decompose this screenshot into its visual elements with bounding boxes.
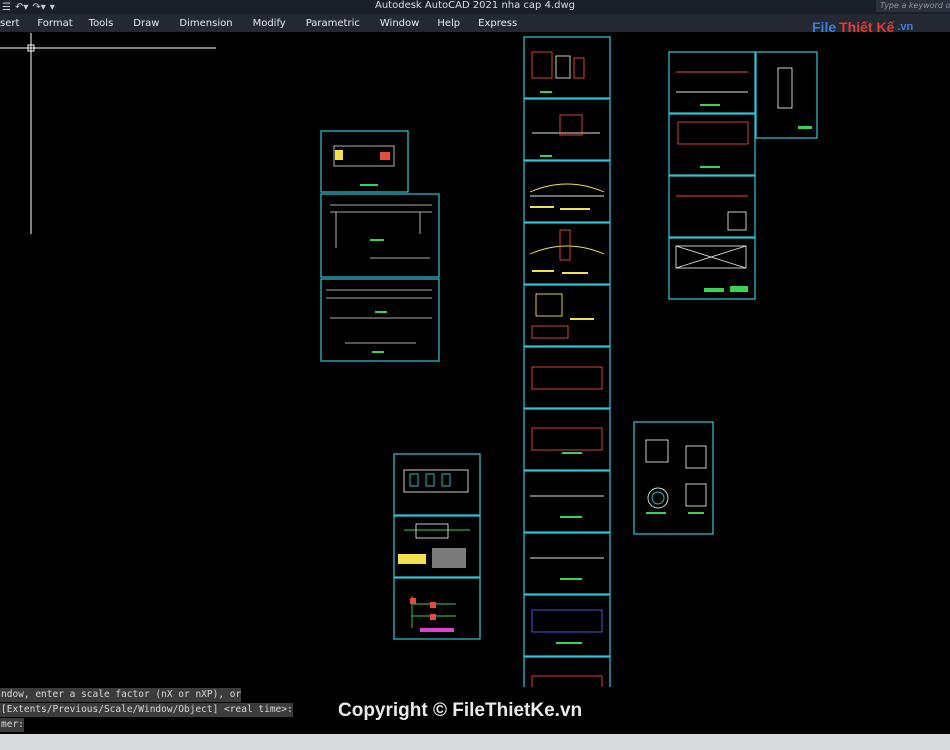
- sheet-group-d: [393, 453, 481, 640]
- menu-tools[interactable]: Tools: [81, 18, 122, 29]
- sheet-b-labels: [530, 91, 594, 644]
- command-history-line: ndow, enter a scale factor (nX or nXP), …: [0, 688, 242, 702]
- sheet-a-details: [326, 145, 432, 344]
- drawing-sheets: [0, 33, 818, 687]
- command-prompt[interactable]: mer:: [0, 718, 24, 732]
- menu-bar: sert Format Tools Draw Dimension Modify …: [0, 14, 950, 32]
- sheet-group-b: [523, 36, 611, 687]
- crosshair-cursor: [0, 33, 216, 234]
- menu-dimension[interactable]: Dimension: [167, 18, 240, 29]
- sheet-b-details: [529, 51, 605, 687]
- sheet-a-annotations: [335, 150, 390, 353]
- drawing-canvas[interactable]: [0, 32, 950, 687]
- sheet-group-c: [668, 51, 818, 300]
- sheet-e-labels: [646, 512, 704, 514]
- menu-express[interactable]: Express: [468, 18, 525, 29]
- menu-draw[interactable]: Draw: [121, 18, 167, 29]
- command-history-line: [Extents/Previous/Scale/Window/Object] <…: [0, 703, 293, 717]
- menu-help[interactable]: Help: [427, 18, 468, 29]
- menu-window[interactable]: Window: [368, 18, 427, 29]
- window-title: Autodesk AutoCAD 2021 nha cap 4.dwg: [375, 0, 575, 11]
- copyright-watermark: Copyright © FileThietKe.vn: [338, 700, 583, 721]
- command-line[interactable]: ndow, enter a scale factor (nX or nXP), …: [0, 688, 293, 733]
- search-input[interactable]: Type a keyword or phrase: [876, 0, 950, 12]
- sheet-group-e: [633, 421, 714, 535]
- sheet-d-labels: [398, 548, 466, 632]
- menu-format[interactable]: Format: [27, 18, 80, 29]
- sheet-group-a: [320, 130, 440, 362]
- menu-modify[interactable]: Modify: [241, 18, 294, 29]
- sheet-e-details: [645, 439, 707, 509]
- menu-parametric[interactable]: Parametric: [294, 18, 368, 29]
- title-bar: ☰ ↶▾ ↷▾ ▾ Autodesk AutoCAD 2021 nha cap …: [0, 0, 950, 14]
- status-bar: [0, 734, 950, 750]
- menu-insert[interactable]: sert: [0, 18, 27, 29]
